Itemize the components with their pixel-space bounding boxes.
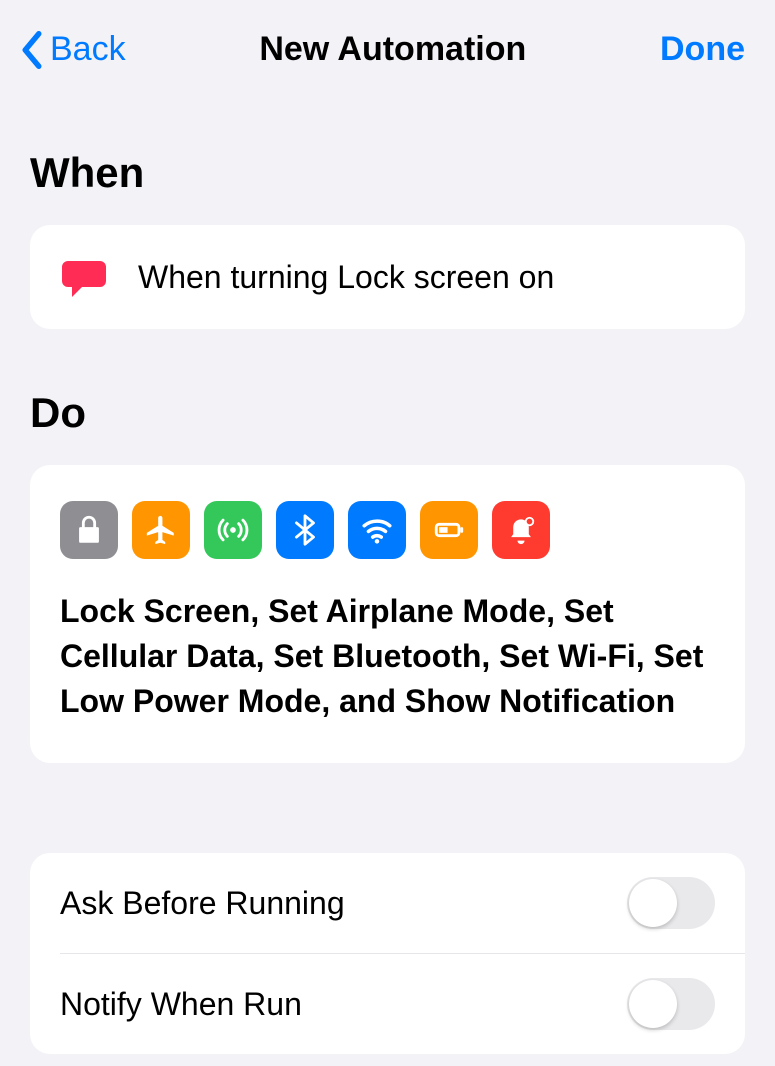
when-card[interactable]: When turning Lock screen on <box>30 225 745 329</box>
battery-icon <box>420 501 478 559</box>
wifi-icon <box>348 501 406 559</box>
when-trigger-text: When turning Lock screen on <box>138 259 554 296</box>
ask-before-running-label: Ask Before Running <box>60 885 345 922</box>
back-button[interactable]: Back <box>20 30 126 69</box>
notify-when-run-label: Notify When Run <box>60 986 302 1023</box>
chat-bubble-icon <box>60 253 108 301</box>
airplane-icon <box>132 501 190 559</box>
chevron-left-icon <box>20 31 44 69</box>
notify-when-run-toggle[interactable] <box>627 978 715 1030</box>
bluetooth-icon <box>276 501 334 559</box>
ask-before-running-toggle[interactable] <box>627 877 715 929</box>
lock-icon <box>60 501 118 559</box>
do-section-label: Do <box>30 389 745 437</box>
done-button[interactable]: Done <box>660 30 745 69</box>
ask-before-running-row: Ask Before Running <box>30 853 745 953</box>
bell-icon <box>492 501 550 559</box>
page-title: New Automation <box>126 30 660 69</box>
options-card: Ask Before Running Notify When Run <box>30 853 745 1054</box>
when-section-label: When <box>30 149 745 197</box>
cellular-icon <box>204 501 262 559</box>
do-actions-text: Lock Screen, Set Airplane Mode, Set Cell… <box>60 589 715 723</box>
do-card[interactable]: Lock Screen, Set Airplane Mode, Set Cell… <box>30 465 745 763</box>
header: Back New Automation Done <box>0 0 775 89</box>
action-icon-row <box>60 501 715 559</box>
notify-when-run-row: Notify When Run <box>60 953 745 1054</box>
back-label: Back <box>50 30 126 69</box>
